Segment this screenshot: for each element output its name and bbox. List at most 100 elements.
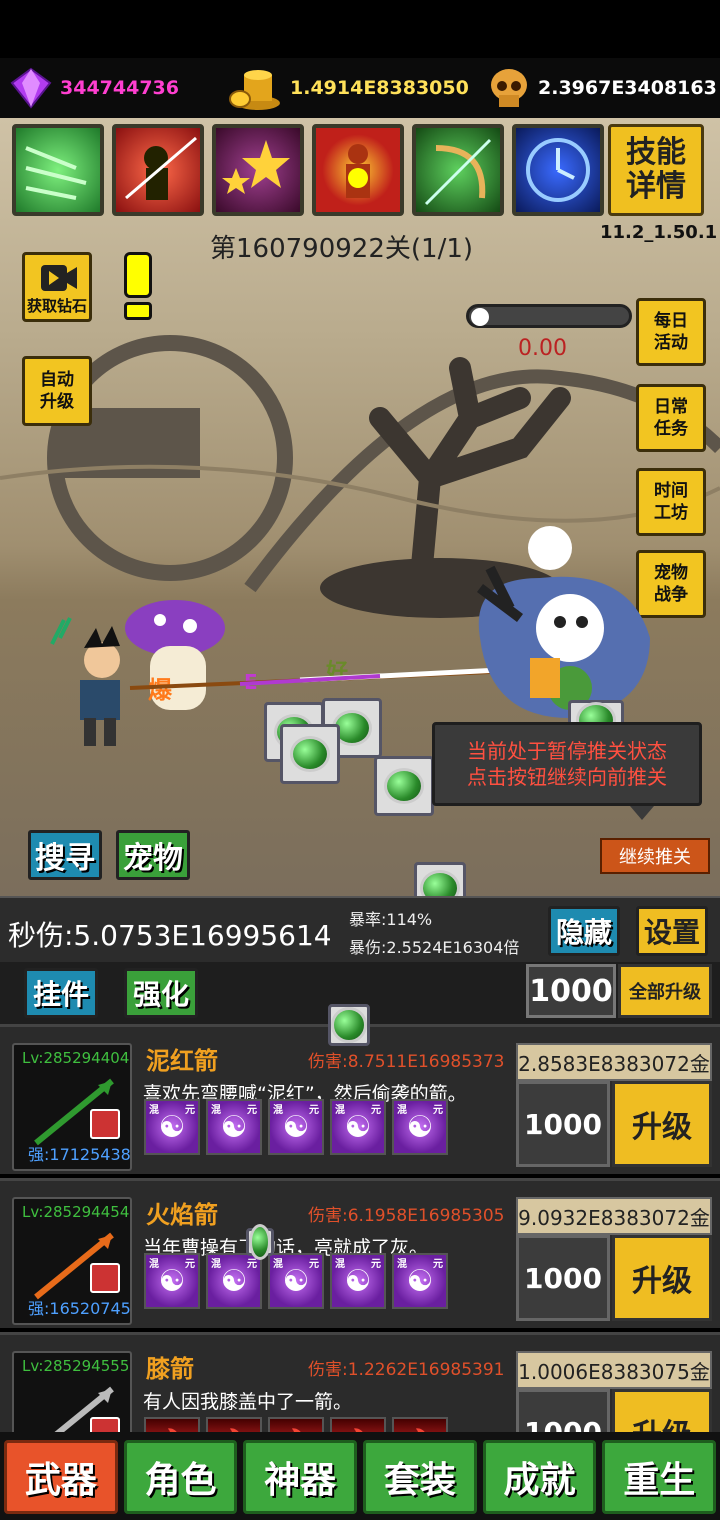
version-label: 11.2_1.50.1 [600, 222, 718, 243]
skull-counter: 2.3967E3408163 [486, 58, 717, 118]
yin-yang-icon: ☯ [406, 1109, 434, 1145]
get-diamond-label: 获取钻石 [26, 297, 87, 315]
slot-tag-right: 元 [371, 1259, 381, 1270]
slot-tag-left: 混 [211, 1259, 221, 1270]
skill-detail-button[interactable]: 技能 详情 [608, 124, 704, 216]
yin-yang-icon: ☯ [282, 1263, 310, 1299]
gem-socket-icon [90, 1263, 120, 1293]
skill-detail-line2: 详情 [626, 169, 686, 204]
skill-time[interactable] [512, 124, 604, 216]
rune-slot[interactable]: 混元 ☯ [206, 1099, 262, 1155]
slot-tag-left: 混 [149, 1259, 159, 1270]
nav-tab-3[interactable]: 套装 [363, 1440, 477, 1514]
daily-activity-button[interactable]: 每日 活动 [636, 298, 706, 366]
skull-count: 2.3967E3408163 [538, 77, 717, 99]
slot-tag-left: 混 [149, 1105, 159, 1116]
upgrade-all-button[interactable]: 全部升级 [618, 964, 712, 1018]
clock-icon [526, 138, 590, 202]
upgrade-quantity[interactable]: 1000 [516, 1081, 610, 1167]
skull-icon [491, 69, 527, 107]
arrows-flying [129, 667, 500, 690]
skill-bow[interactable] [412, 124, 504, 216]
slot-tag-right: 元 [433, 1259, 443, 1270]
skill-berserk[interactable] [112, 124, 204, 216]
slot-tag-right: 元 [433, 1105, 443, 1116]
slot-tag-right: 元 [371, 1105, 381, 1116]
burst-body-icon [346, 144, 370, 198]
rune-slot[interactable]: 混 元 ☯ [330, 1253, 386, 1309]
arrow-rain-icon [25, 146, 87, 200]
alert-icon[interactable] [124, 252, 154, 322]
slot-tag-left: 混 [335, 1259, 345, 1270]
emerald-drop-icon[interactable] [328, 1004, 370, 1046]
emerald-drop-icon[interactable] [280, 724, 340, 784]
slot-tag-right: 元 [247, 1105, 257, 1116]
skill-arrow-rain[interactable] [12, 124, 104, 216]
slot-tag-right: 元 [309, 1105, 319, 1116]
yin-yang-icon: ☯ [344, 1263, 372, 1299]
slot-tag-right: 元 [185, 1259, 195, 1270]
nav-tab-1[interactable]: 角色 [123, 1440, 238, 1514]
diamond-counter: 344744736 [8, 58, 179, 118]
nav-tab-2[interactable]: 神器 [243, 1440, 358, 1514]
yin-yang-icon: ☯ [220, 1263, 248, 1299]
gold-counter: 1.4914E8383050 [228, 58, 469, 118]
weapon-damage: 伤害:6.1958E16985305 [308, 1206, 505, 1226]
tab-enhance[interactable]: 强化 [124, 968, 198, 1018]
tab-addon[interactable]: 挂件 [24, 968, 98, 1018]
yin-yang-icon: ☯ [158, 1263, 186, 1299]
skill-power-burst[interactable] [312, 124, 404, 216]
pet-button[interactable]: 宠物 [116, 830, 190, 880]
upgrade-quantity[interactable]: 1000 [516, 1235, 610, 1321]
hide-button[interactable]: 隐藏 [548, 906, 620, 956]
video-camera-icon [41, 265, 77, 291]
skill-stars[interactable] [212, 124, 304, 216]
emerald-drop-icon[interactable] [374, 756, 434, 816]
emerald-drop-icon[interactable] [246, 1228, 274, 1256]
slot-tag-left: 混 [273, 1259, 283, 1270]
pause-tip-line2: 点击按钮继续向前推关 [467, 765, 667, 789]
rune-slot[interactable]: 混 元 ☯ [144, 1253, 200, 1309]
weapon-portrait[interactable]: Lv:285294454 强:16520745 [12, 1197, 132, 1325]
daily-activity-line2: 活动 [654, 333, 688, 353]
weapon-portrait[interactable]: Lv:285294404 强:17125438 [12, 1043, 132, 1171]
weapon-strength: 强:17125438 [28, 1145, 131, 1164]
get-diamond-button[interactable]: 获取钻石 [22, 252, 92, 322]
slot-tag-left: 混 [335, 1105, 345, 1116]
settings-button[interactable]: 设置 [636, 906, 708, 956]
upgrade-button[interactable]: 升级 [612, 1235, 712, 1321]
weapon-name: 膝箭 [146, 1355, 194, 1383]
nav-tab-0[interactable]: 武器 [4, 1440, 118, 1514]
slot-tag-left: 混 [211, 1105, 221, 1116]
continue-push-button[interactable]: 继续推关 [600, 838, 710, 874]
weapon-level: Lv:285294454 [22, 1203, 130, 1221]
star-icon [222, 140, 290, 194]
nav-tab-4[interactable]: 成就 [482, 1440, 597, 1514]
skull-marker-icon [471, 308, 489, 326]
daily-task-button[interactable]: 日常 任务 [636, 384, 706, 452]
rune-slot[interactable]: 混元 ☯ [268, 1253, 324, 1309]
bow-icon [424, 138, 492, 206]
rune-slot[interactable]: 混元 ☯ [392, 1253, 448, 1309]
boss-hp-bar [466, 304, 632, 328]
weapon-level: Lv:285294404 [22, 1049, 130, 1067]
emerald-drop-icon[interactable] [414, 862, 466, 896]
search-button[interactable]: 搜寻 [28, 830, 102, 880]
daily-task-line2: 任务 [654, 419, 688, 439]
nav-tab-5[interactable]: 重生 [602, 1440, 717, 1514]
weapon-damage: 伤害:8.7511E16985373 [308, 1052, 505, 1072]
auto-upgrade-button[interactable]: 自动 升级 [22, 356, 92, 426]
dps-text: 秒伤:5.0753E16995614 [8, 919, 332, 952]
slot-tag-right: 元 [185, 1105, 195, 1116]
bottom-nav: 武器 角色 神器 套装 成就 重生 [0, 1432, 720, 1520]
rune-slot[interactable]: 混元 ☯ [206, 1253, 262, 1309]
rune-slot[interactable]: 混元 ☯ [392, 1099, 448, 1155]
pause-tooltip: 当前处于暂停推关状态 点击按钮继续向前推关 [432, 722, 702, 806]
upgrade-button[interactable]: 升级 [612, 1081, 712, 1167]
quantity-selector[interactable]: 1000 [526, 964, 616, 1018]
rune-slot[interactable]: 混元 ☯ [268, 1099, 324, 1155]
yin-yang-icon: ☯ [282, 1109, 310, 1145]
rune-slot[interactable]: 混元 ☯ [330, 1099, 386, 1155]
rune-slot[interactable]: 混元 ☯ [144, 1099, 200, 1155]
daily-activity-line1: 每日 [654, 311, 688, 331]
